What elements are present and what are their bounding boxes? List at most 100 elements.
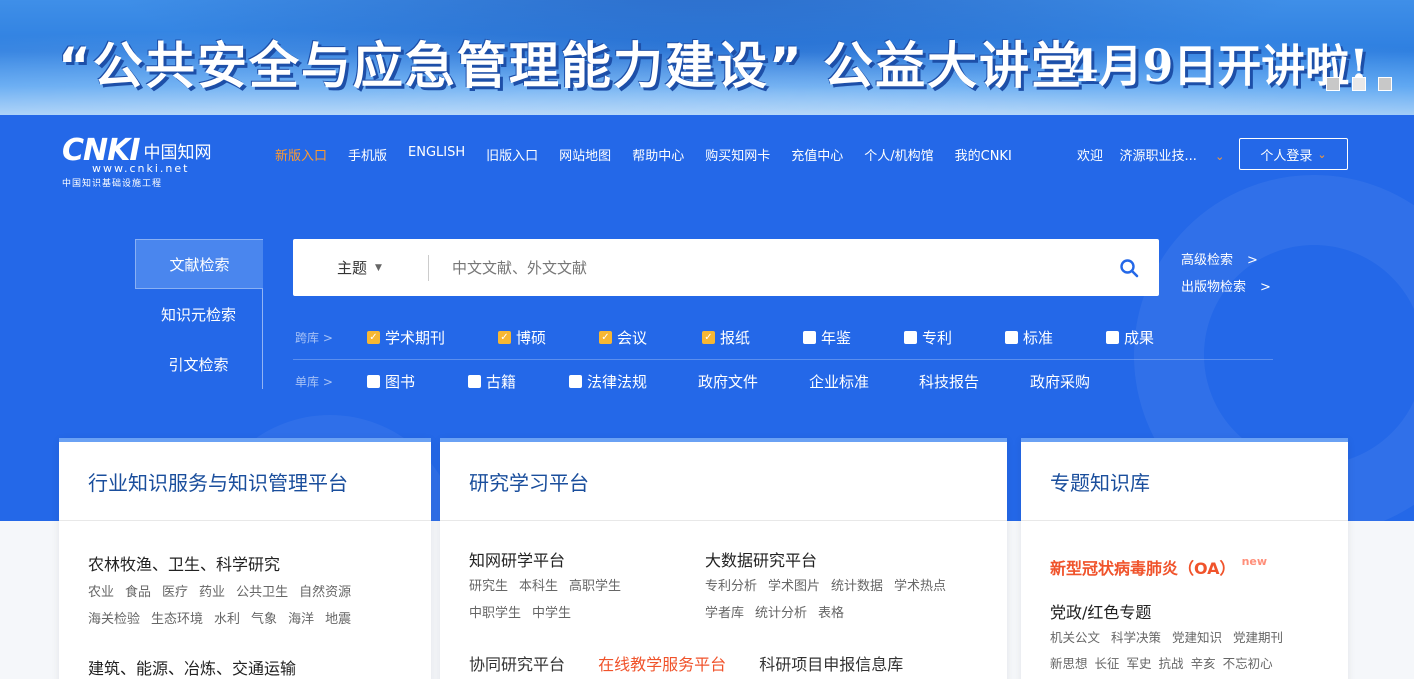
search-input[interactable] [429, 258, 1099, 277]
industry-knowledge-card: 行业知识服务与知识管理平台 农林牧渔、卫生、科学研究 农业 食品 医疗 药业 公共卫生自… [59, 438, 431, 679]
filter-option[interactable]: ✓ 会议 [599, 327, 702, 348]
login-button[interactable]: 个人登录 ⌄ [1239, 138, 1348, 170]
tag-link[interactable]: 农业 [88, 585, 114, 600]
top-banner[interactable]: “公共安全与应急管理能力建设” 公益大讲堂 4月9日开讲啦! [0, 0, 1414, 115]
section-title[interactable]: 建筑、能源、冶炼、交通运输 [88, 655, 402, 679]
tag-link[interactable]: 统计数据 [831, 579, 883, 594]
filter-option[interactable]: 成果 [1106, 327, 1154, 348]
tag-link[interactable]: 食品 [125, 585, 151, 600]
nav-new-entry[interactable]: 新版入口 [275, 145, 327, 164]
filter-option[interactable]: 政府文件 [698, 371, 809, 392]
section-title[interactable]: 党政/红色专题 [1050, 599, 1319, 623]
filter-option[interactable]: ✓ 博硕 [498, 327, 599, 348]
tag-link[interactable]: 气象 [251, 612, 277, 627]
filter-option[interactable]: 科技报告 [919, 371, 1030, 392]
checkbox-icon [803, 331, 816, 344]
filter-option[interactable]: 政府采购 [1030, 371, 1090, 392]
tag-link[interactable]: 地震 [325, 612, 351, 627]
search-field-select[interactable]: 主题 ▼ [293, 257, 428, 278]
cnki-logo[interactable]: CNKI 中国知网 www.cnki.net 中国知识基础设施工程 [62, 133, 232, 189]
tag-link[interactable]: 抗战 [1159, 656, 1184, 671]
card-title[interactable]: 研究学习平台 [440, 442, 1007, 521]
carousel-dot[interactable] [1326, 77, 1340, 91]
chevron-down-icon[interactable]: ⌄ [1215, 150, 1224, 163]
checkbox-checked-icon: ✓ [498, 331, 511, 344]
platform-link[interactable]: 科研项目申报信息库 [759, 655, 903, 674]
section-title[interactable]: 知网研学平台 [469, 547, 699, 571]
logo-subtitle: 中国知识基础设施工程 [62, 179, 163, 189]
platform-link[interactable]: 协同研究平台 [469, 655, 565, 674]
tag-link[interactable]: 水利 [214, 612, 240, 627]
tag-link[interactable]: 研究生 [469, 579, 508, 594]
filter-option[interactable]: 图书 [367, 371, 468, 392]
advanced-search-link[interactable]: 高级检索 > [1181, 247, 1271, 274]
tag-link[interactable]: 专利分析 [705, 579, 757, 594]
tag-link[interactable]: 军史 [1127, 656, 1152, 671]
tag-link[interactable]: 海洋 [288, 612, 314, 627]
nav-personal-lib[interactable]: 个人/机构馆 [864, 145, 933, 164]
single-db-filters: 单库 > 图书 古籍 法律法规 政府文件 企业标准 科技报告 政府采购 [295, 371, 1090, 392]
publication-search-link[interactable]: 出版物检索 > [1181, 274, 1271, 301]
nav-old-entry[interactable]: 旧版入口 [486, 145, 538, 164]
tag-link[interactable]: 表格 [818, 606, 844, 621]
tag-link[interactable]: 自然资源 [299, 585, 351, 600]
search-icon[interactable] [1099, 239, 1159, 296]
nav-help[interactable]: 帮助中心 [632, 145, 684, 164]
search-field-label: 主题 [337, 259, 368, 277]
section-title[interactable]: 农林牧渔、卫生、科学研究 [88, 551, 402, 575]
tag-link[interactable]: 科学决策 [1111, 630, 1161, 645]
nav-mobile[interactable]: 手机版 [348, 145, 387, 164]
filter-option[interactable]: ✓ 报纸 [702, 327, 803, 348]
nav-my-cnki[interactable]: 我的CNKI [955, 145, 1012, 164]
topic-knowledge-card: 专题知识库 新型冠状病毒肺炎（OA） new 党政/红色专题 机关公文 科学决策 党建… [1021, 438, 1348, 679]
tag-link[interactable]: 海关检验 [88, 612, 140, 627]
platform-link-highlight[interactable]: 在线教学服务平台 [598, 655, 726, 674]
org-name[interactable]: 济源职业技... [1120, 149, 1197, 164]
cross-db-filters: 跨库 > ✓ 学术期刊 ✓ 博硕 ✓ 会议 ✓ 报纸 年鉴 专利 标准 成果 [295, 327, 1154, 348]
tag-link[interactable]: 新思想 [1050, 656, 1088, 671]
filter-option[interactable]: 年鉴 [803, 327, 904, 348]
section-title[interactable]: 大数据研究平台 [705, 547, 995, 571]
tab-knowledge-search[interactable]: 知识元检索 [135, 289, 263, 339]
tag-link[interactable]: 辛亥 [1191, 656, 1216, 671]
carousel-dot[interactable] [1352, 77, 1366, 91]
card-title[interactable]: 行业知识服务与知识管理平台 [59, 442, 431, 521]
tag-link[interactable]: 机关公文 [1050, 630, 1100, 645]
tag-list: 农业 食品 医疗 药业 公共卫生 自然资源 [88, 579, 402, 606]
tag-link[interactable]: 药业 [199, 585, 225, 600]
tag-link[interactable]: 长征 [1095, 656, 1120, 671]
tag-link[interactable]: 党建期刊 [1233, 630, 1283, 645]
checkbox-checked-icon: ✓ [702, 331, 715, 344]
tag-link[interactable]: 党建知识 [1172, 630, 1222, 645]
tag-link[interactable]: 学者库 [705, 606, 744, 621]
filter-option[interactable]: 法律法规 [569, 371, 698, 392]
filter-option[interactable]: 标准 [1005, 327, 1106, 348]
checkbox-checked-icon: ✓ [599, 331, 612, 344]
filter-option[interactable]: 古籍 [468, 371, 569, 392]
login-label: 个人登录 [1260, 148, 1313, 164]
filter-option[interactable]: 专利 [904, 327, 1005, 348]
carousel-dot[interactable] [1378, 77, 1392, 91]
nav-buy-card[interactable]: 购买知网卡 [705, 145, 770, 164]
tab-literature-search[interactable]: 文献检索 [135, 239, 263, 289]
tag-list: 新思想 长征 军史 抗战 辛亥 不忘初心 [1050, 651, 1319, 677]
tag-link[interactable]: 高职学生 [569, 579, 621, 594]
tag-link[interactable]: 公共卫生 [236, 585, 288, 600]
nav-recharge[interactable]: 充值中心 [791, 145, 843, 164]
tag-link[interactable]: 中职学生 [469, 606, 521, 621]
tag-link[interactable]: 统计分析 [755, 606, 807, 621]
tag-link[interactable]: 生态环境 [151, 612, 203, 627]
nav-sitemap[interactable]: 网站地图 [559, 145, 611, 164]
tag-link[interactable]: 本科生 [519, 579, 558, 594]
filter-option[interactable]: ✓ 学术期刊 [367, 327, 498, 348]
tab-citation-search[interactable]: 引文检索 [135, 339, 263, 389]
tag-link[interactable]: 不忘初心 [1223, 656, 1273, 671]
filter-option[interactable]: 企业标准 [809, 371, 919, 392]
tag-link[interactable]: 医疗 [162, 585, 188, 600]
tag-link[interactable]: 中学生 [532, 606, 571, 621]
nav-english[interactable]: ENGLISH [408, 145, 465, 164]
tag-link[interactable]: 学术热点 [894, 579, 946, 594]
tag-link[interactable]: 学术图片 [768, 579, 820, 594]
featured-topic[interactable]: 新型冠状病毒肺炎（OA） new [1050, 555, 1319, 579]
card-title[interactable]: 专题知识库 [1021, 442, 1348, 521]
